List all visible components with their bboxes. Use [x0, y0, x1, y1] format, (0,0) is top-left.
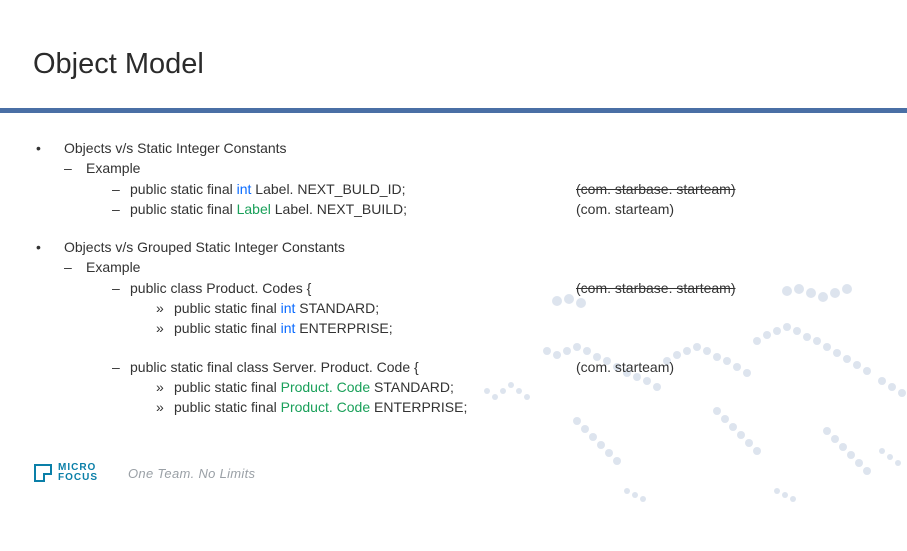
bullet-1-1-text: Example	[86, 158, 140, 178]
code-line: public static final int Label. NEXT_BULD…	[130, 179, 405, 199]
bullet-2-1-2-a: » public static final Product. Code STAN…	[156, 377, 866, 397]
code-line: public static final int STANDARD;	[174, 298, 379, 318]
code-line: public static final Label Label. NEXT_BU…	[130, 199, 407, 219]
bullet-2-1-1-b: » public static final int ENTERPRISE;	[156, 318, 866, 338]
code-line: public class Product. Codes {	[130, 278, 311, 298]
bullet-2: • Objects v/s Grouped Static Integer Con…	[36, 237, 866, 257]
aside-1: (com. starbase. starteam)	[576, 179, 836, 199]
logo-text: MICRO FOCUS	[58, 463, 98, 483]
logo-icon	[34, 464, 52, 482]
bullet-2-1-1-a: » public static final int STANDARD;	[156, 298, 866, 318]
slide-title: Object Model	[33, 48, 204, 81]
aside-4: (com. starteam)	[576, 357, 836, 377]
bullet-2-1-text: Example	[86, 257, 140, 277]
aside-3: (com. starbase. starteam)	[576, 278, 836, 298]
code-line: public static final int ENTERPRISE;	[174, 318, 393, 338]
slide-body: • Objects v/s Static Integer Constants –…	[36, 138, 866, 418]
bullet-2-1-1: – public class Product. Codes {	[112, 278, 576, 298]
code-line: public static final Product. Code STANDA…	[174, 377, 454, 397]
bullet-1-1: – Example	[64, 158, 866, 178]
bullet-1-1-1: – public static final int Label. NEXT_BU…	[112, 179, 576, 199]
bullet-1-1-2: – public static final Label Label. NEXT_…	[112, 199, 576, 219]
bullet-2-1-2-b: » public static final Product. Code ENTE…	[156, 397, 866, 417]
footer-logo: MICRO FOCUS One Team. No Limits	[34, 463, 255, 483]
title-rule	[0, 108, 907, 113]
bullet-1-text: Objects v/s Static Integer Constants	[64, 138, 287, 158]
aside-2: (com. starteam)	[576, 199, 836, 219]
bullet-1: • Objects v/s Static Integer Constants	[36, 138, 866, 158]
code-line: public static final class Server. Produc…	[130, 357, 419, 377]
code-line: public static final Product. Code ENTERP…	[174, 397, 467, 417]
bullet-2-text: Objects v/s Grouped Static Integer Const…	[64, 237, 345, 257]
bullet-2-1-2: – public static final class Server. Prod…	[112, 357, 576, 377]
bullet-2-1: – Example	[64, 257, 866, 277]
tagline: One Team. No Limits	[128, 466, 255, 481]
